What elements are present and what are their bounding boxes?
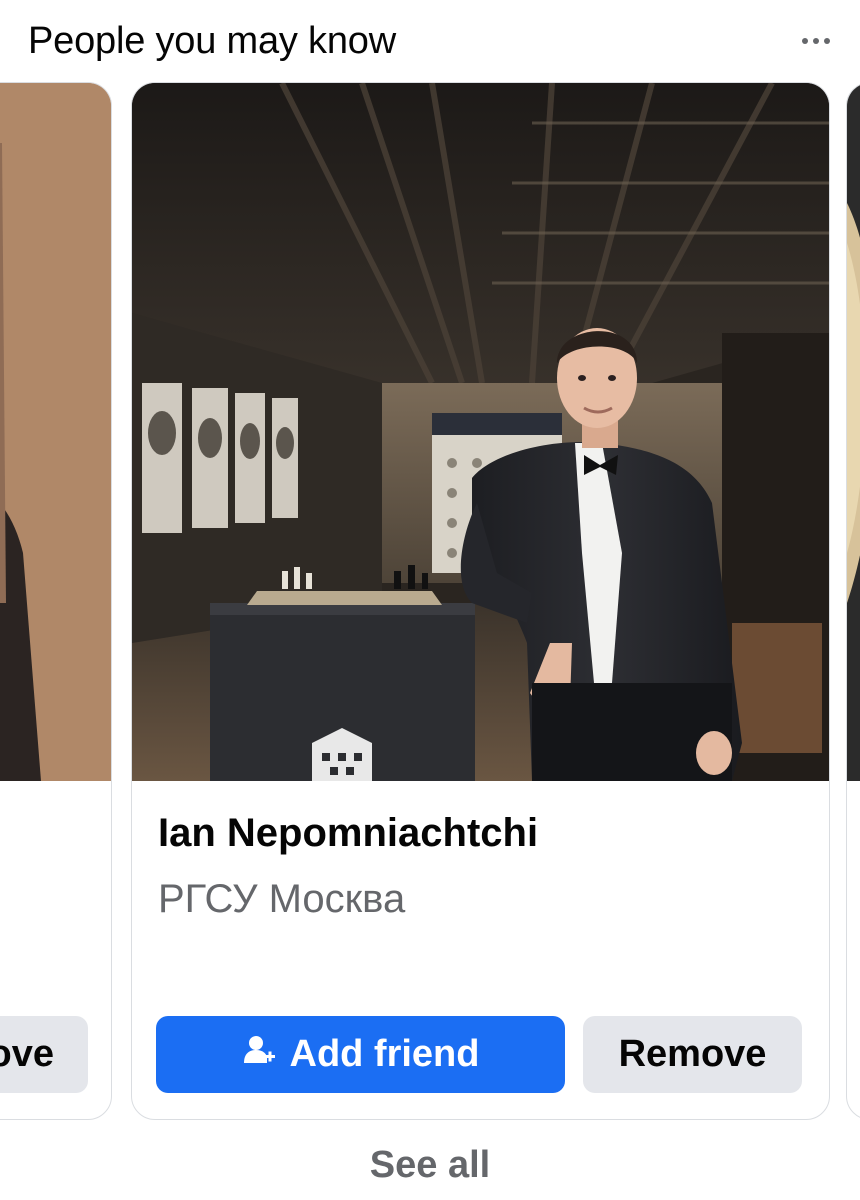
people-you-may-know-section: People you may know o (0, 0, 860, 1200)
add-friend-button[interactable]: Add friend (156, 1016, 565, 1093)
remove-button[interactable]: Remove (583, 1016, 802, 1093)
more-dots-icon (802, 38, 808, 44)
profile-photo[interactable] (132, 83, 829, 781)
profile-photo[interactable] (0, 83, 111, 781)
profile-photo[interactable] (847, 83, 860, 781)
see-all-link[interactable]: See all (0, 1144, 860, 1187)
person-name[interactable]: Ian Nepomniachtchi (158, 811, 538, 856)
section-title: People you may know (28, 20, 396, 62)
suggestion-card-previous[interactable]: ove (0, 82, 112, 1120)
remove-button[interactable]: ove (0, 1016, 88, 1093)
suggestion-card[interactable]: Ian Nepomniachtchi РГСУ Москва Add frien… (131, 82, 830, 1120)
suggestion-card-next[interactable] (846, 82, 860, 1120)
person-subtitle: РГСУ Москва (158, 877, 406, 921)
more-options-button[interactable] (796, 26, 836, 56)
person-add-icon (242, 1033, 276, 1077)
